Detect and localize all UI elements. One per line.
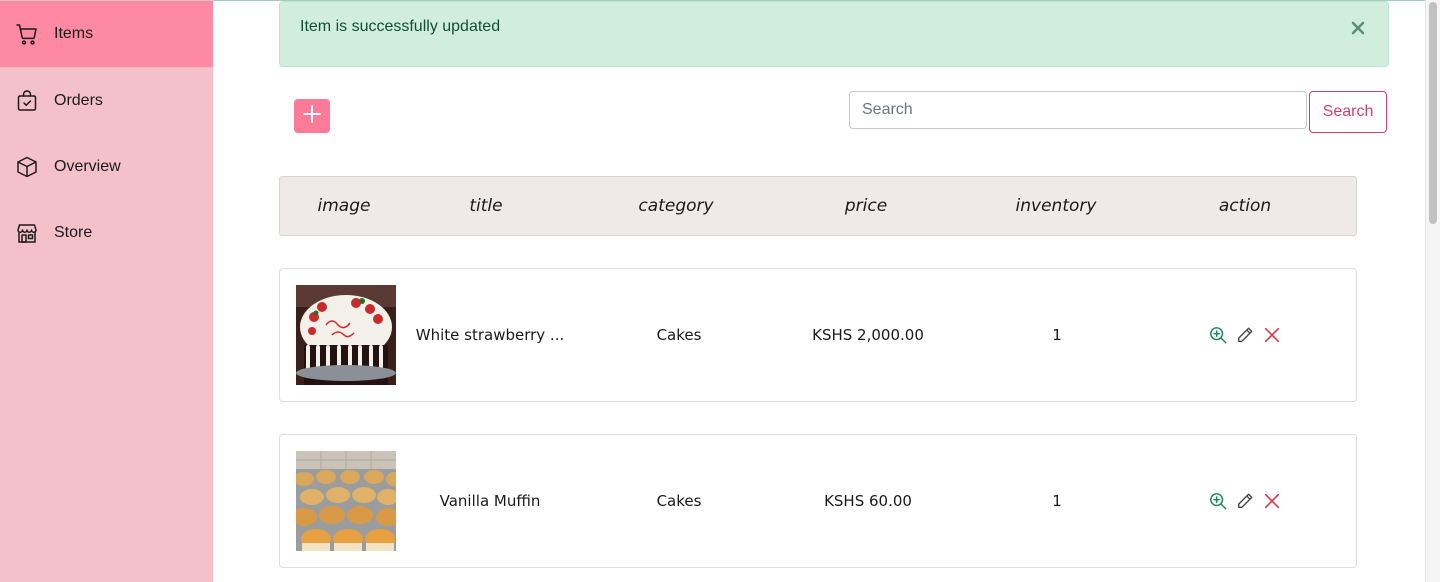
- item-price: KSHS 2,000.00: [812, 326, 924, 344]
- delete-x-icon[interactable]: [1262, 325, 1282, 345]
- birthday-cake-thumbnail: [296, 285, 396, 385]
- column-header-title: title: [469, 196, 503, 216]
- shopping-bag-check-icon: [15, 89, 39, 113]
- alert-message: Item is successfully updated: [300, 18, 501, 35]
- box-icon: [15, 155, 39, 179]
- search-button[interactable]: Search: [1309, 91, 1387, 133]
- sidebar: Items Orders Overview Store: [0, 0, 213, 582]
- muffins-thumbnail: [296, 451, 396, 551]
- column-header-action: action: [1218, 196, 1272, 216]
- row-actions: [1208, 491, 1282, 511]
- sidebar-item-items[interactable]: Items: [0, 1, 213, 67]
- shop-icon: [15, 221, 39, 245]
- pencil-icon[interactable]: [1235, 325, 1255, 345]
- table-header: image title category price inventory act…: [279, 176, 1357, 236]
- cart-icon: [15, 22, 39, 46]
- column-header-price: price: [844, 196, 888, 216]
- row-actions: [1208, 325, 1282, 345]
- sidebar-item-orders[interactable]: Orders: [0, 68, 213, 134]
- sidebar-item-label: Items: [54, 25, 94, 42]
- item-inventory: 1: [1052, 326, 1062, 344]
- delete-x-icon[interactable]: [1262, 491, 1282, 511]
- zoom-in-icon[interactable]: [1208, 325, 1228, 345]
- column-header-inventory: inventory: [1015, 196, 1097, 216]
- item-category: Cakes: [656, 326, 702, 344]
- scrollbar-thumb[interactable]: [1429, 2, 1437, 224]
- plus-icon: [302, 104, 322, 129]
- item-category: Cakes: [656, 492, 702, 510]
- item-inventory: 1: [1052, 492, 1062, 510]
- sidebar-item-label: Store: [54, 224, 93, 241]
- column-header-category: category: [638, 196, 714, 216]
- close-icon[interactable]: [1348, 18, 1368, 38]
- sidebar-item-overview[interactable]: Overview: [0, 134, 213, 200]
- table-row: Vanilla Muffin Cakes KSHS 60.00 1: [279, 434, 1357, 568]
- success-alert: Item is successfully updated: [279, 1, 1389, 67]
- column-header-image: image: [317, 196, 371, 216]
- zoom-in-icon[interactable]: [1208, 491, 1228, 511]
- pencil-icon[interactable]: [1235, 491, 1255, 511]
- add-item-button[interactable]: [294, 99, 330, 133]
- item-price: KSHS 60.00: [824, 492, 912, 510]
- table-row: White strawberry ... Cakes KSHS 2,000.00…: [279, 268, 1357, 402]
- sidebar-item-store[interactable]: Store: [0, 200, 213, 266]
- item-title: Vanilla Muffin: [439, 492, 541, 510]
- sidebar-item-label: Orders: [54, 92, 103, 109]
- sidebar-item-label: Overview: [54, 158, 121, 175]
- item-title: White strawberry ...: [415, 326, 565, 344]
- search-input[interactable]: [849, 91, 1307, 129]
